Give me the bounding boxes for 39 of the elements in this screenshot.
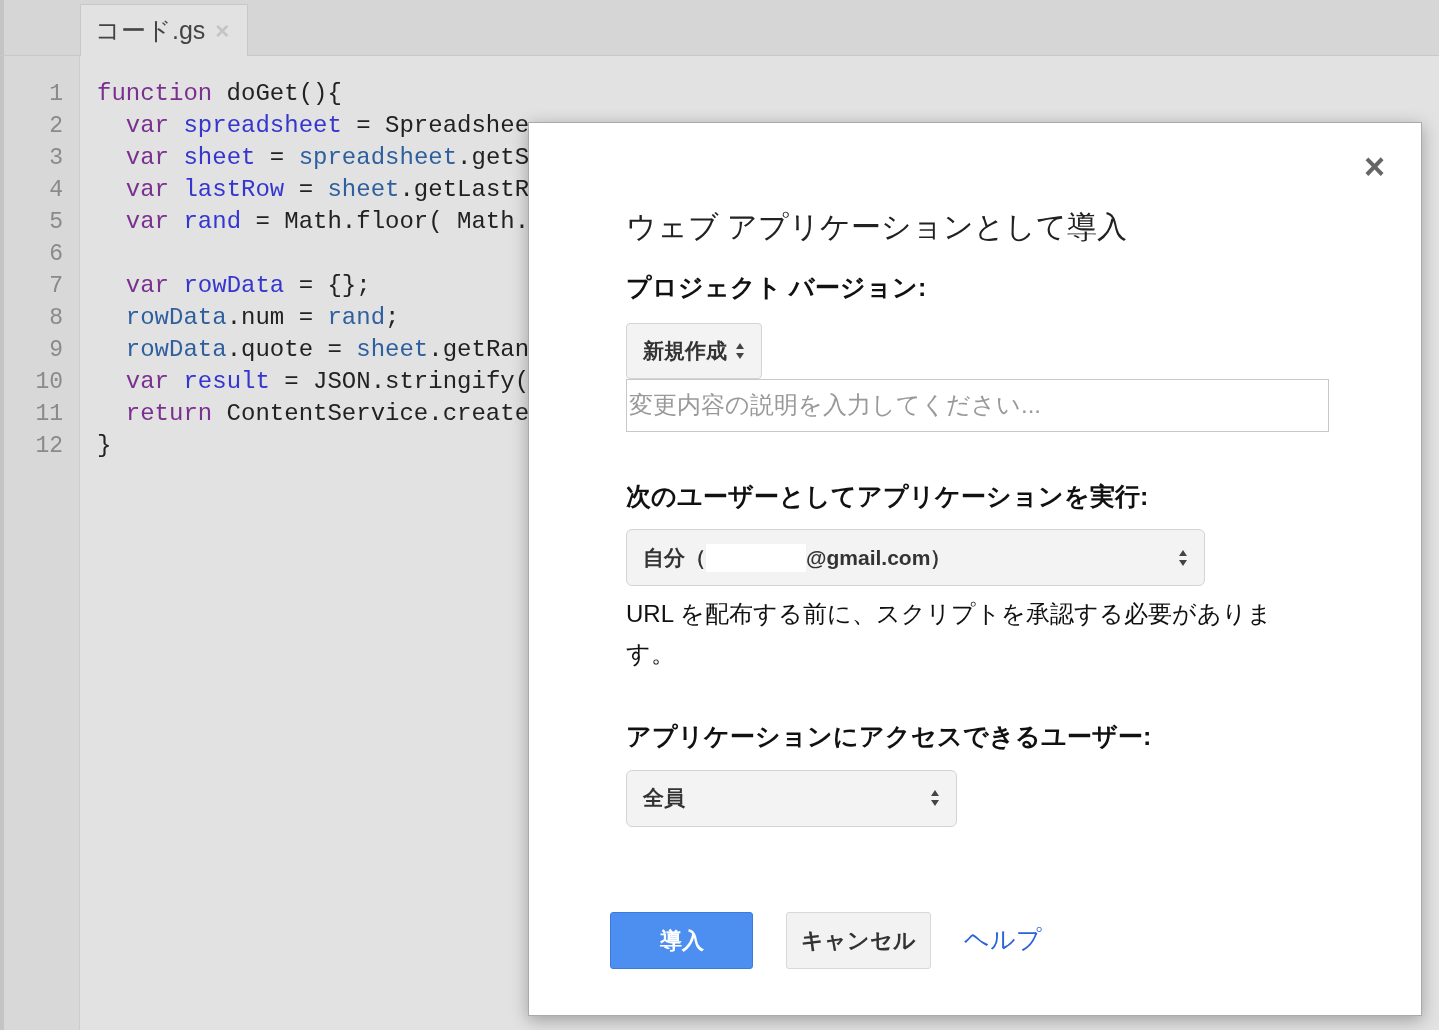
line-number: 7 bbox=[49, 273, 63, 299]
line-number: 5 bbox=[49, 209, 63, 235]
up-down-arrows-icon bbox=[1178, 548, 1188, 567]
help-link[interactable]: ヘルプ bbox=[964, 921, 1042, 959]
code-line: function doGet(){ bbox=[97, 80, 342, 107]
field-label: プロジェクト バージョン: bbox=[626, 272, 927, 303]
code-line: var result = JSON.stringify( bbox=[124, 368, 530, 395]
line-number: 9 bbox=[49, 337, 63, 363]
code-line: var lastRow = sheet.getLastR bbox=[124, 176, 530, 203]
close-button[interactable]: × bbox=[1363, 149, 1385, 185]
file-tab[interactable]: コード.gs × bbox=[80, 4, 248, 57]
code-line: } bbox=[97, 432, 112, 459]
up-down-arrows-icon bbox=[930, 789, 940, 807]
user-select[interactable]: 自分（ @gmail.com） bbox=[626, 529, 1205, 586]
code-line: var rowData = {}; bbox=[124, 272, 371, 299]
code-line: rowData.quote = sheet.getRan bbox=[124, 336, 530, 363]
dialog-title: ウェブ アプリケーションとして導入 bbox=[626, 209, 1128, 245]
field-label: アプリケーションにアクセスできるユーザー: bbox=[626, 721, 1152, 752]
code-line: return ContentService.create bbox=[124, 400, 530, 427]
approval-note: URL を配布する前に、スクリプトを承認する必要があります。 bbox=[626, 599, 1273, 669]
code-line: var rand = Math.floor( Math. bbox=[124, 208, 530, 235]
code-line: rowData.num = rand; bbox=[124, 304, 400, 331]
code-line: var sheet = spreadsheet.getS bbox=[124, 144, 530, 171]
line-number: 2 bbox=[49, 113, 63, 139]
line-number: 11 bbox=[35, 401, 63, 427]
access-select[interactable]: 全員 bbox=[626, 769, 957, 827]
version-select[interactable]: 新規作成 bbox=[626, 322, 762, 379]
description-field[interactable]: 変更内容の説明を入力してください... bbox=[626, 378, 1329, 432]
cancel-button[interactable]: キャンセル bbox=[786, 911, 931, 969]
line-number: 3 bbox=[49, 145, 63, 171]
line-number: 1 bbox=[49, 81, 63, 107]
line-number: 4 bbox=[49, 177, 63, 203]
line-number: 6 bbox=[49, 241, 63, 267]
line-number: 8 bbox=[49, 305, 63, 331]
line-number: 10 bbox=[35, 369, 63, 395]
line-number: 12 bbox=[35, 433, 63, 459]
up-down-arrows-icon bbox=[735, 341, 745, 360]
code-line: var spreadsheet = Spreadshee bbox=[124, 112, 530, 139]
field-label: 次のユーザーとしてアプリケーションを実行: bbox=[626, 480, 1149, 512]
